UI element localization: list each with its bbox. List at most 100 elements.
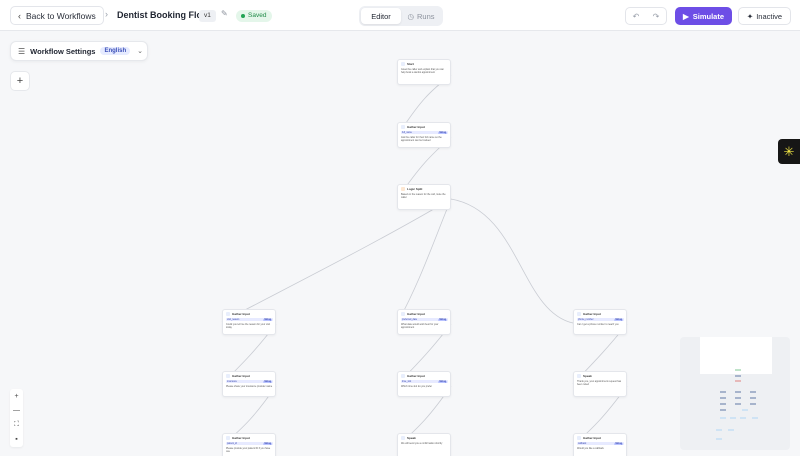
node-gather-input[interactable]: Gather Input patient_id String Please pro… <box>222 433 276 456</box>
gather-input-icon <box>401 374 405 378</box>
minimap-node <box>742 409 748 411</box>
tab-editor[interactable]: Editor <box>361 8 401 24</box>
back-label: Back to Workflows <box>26 10 96 21</box>
node-text: Based on the reason for the call, route … <box>401 193 446 199</box>
node-header: Gather Input <box>226 312 273 316</box>
node-header: Gather Input <box>577 312 624 316</box>
variable-type: String <box>614 442 623 445</box>
node-text: Could you tell me the reason for your vi… <box>226 323 270 329</box>
node-variable: insurance String <box>226 380 273 383</box>
lock-icon[interactable]: ▪ <box>10 433 23 448</box>
node-text: We will send you a confirmation shortly <box>401 442 443 445</box>
minimap-node <box>735 375 741 377</box>
undo-redo-group: ↶ ↷ <box>625 7 667 25</box>
variable-name: insurance <box>227 380 237 383</box>
redo-icon[interactable]: ↷ <box>646 8 666 24</box>
undo-icon[interactable]: ↶ <box>626 8 646 24</box>
node-variable: preferred_date String <box>401 318 448 321</box>
tab-editor-label: Editor <box>371 11 391 21</box>
node-variable: visit_reason String <box>226 318 273 321</box>
minimap-node <box>720 409 726 411</box>
zoom-controls: + — ⛶ ▪ <box>10 389 23 447</box>
node-header: Gather Input <box>226 436 273 440</box>
variable-name: phone_number <box>578 318 594 321</box>
fit-view-icon[interactable]: ⛶ <box>10 418 23 433</box>
node-header: Gather Input <box>401 374 448 378</box>
minimap-node <box>750 397 756 399</box>
node-variable: time_slot String <box>401 380 448 383</box>
variable-type: String <box>438 380 447 383</box>
minimap-node <box>752 417 758 419</box>
edge <box>450 198 574 324</box>
minimap-node <box>720 391 726 393</box>
saved-label: Saved <box>248 12 267 19</box>
gather-input-icon <box>401 312 405 316</box>
simulate-label: Simulate <box>692 11 725 21</box>
inactive-toggle-button[interactable]: ✦ Inactive <box>738 7 791 25</box>
tab-runs-label: Runs <box>417 11 435 21</box>
inactive-label: Inactive <box>756 11 783 21</box>
tab-runs[interactable]: ◷ Runs <box>401 8 441 24</box>
node-gather-input[interactable]: Gather Input phone_number String Can I ge… <box>573 309 627 335</box>
simulate-button[interactable]: ▶ Simulate <box>675 7 732 25</box>
minimap[interactable] <box>680 337 790 450</box>
node-text: Greet the caller and explain that you ca… <box>401 68 444 74</box>
minimap-node <box>735 403 741 405</box>
node-gather-input[interactable]: Gather Input full_name String Ask the cal… <box>397 122 451 148</box>
node-header: Speak <box>577 374 624 378</box>
node-gather-input[interactable]: Gather Input callback String Would you li… <box>573 433 627 456</box>
speak-icon <box>401 436 405 440</box>
node-gather-input[interactable]: Gather Input preferred_date String What d… <box>397 309 451 335</box>
node-text: Please share your insurance provider nam… <box>226 385 273 388</box>
node-speak[interactable]: Speak We will send you a confirmation sh… <box>397 433 451 456</box>
assistant-widget[interactable]: ✳ <box>778 139 800 164</box>
node-title: Gather Input <box>407 374 425 378</box>
node-title: Speak <box>407 436 416 440</box>
edge <box>397 198 452 323</box>
node-variable: full_name String <box>401 131 448 134</box>
node-logic-split[interactable]: Logic Split Based on the reason for the … <box>397 184 451 210</box>
node-variable: callback String <box>577 442 624 445</box>
language-badge[interactable]: English <box>100 47 131 55</box>
chevron-down-icon[interactable]: ⌄ <box>137 47 143 55</box>
workflow-settings-panel[interactable]: ☰ Workflow Settings English ⌄ <box>10 41 148 61</box>
node-text: Which time slot do you prefer <box>401 385 432 388</box>
node-speak[interactable]: Speak Thank you, your appointment reques… <box>573 371 627 397</box>
node-header: Logic Split <box>401 187 448 191</box>
play-icon: ▶ <box>682 11 689 21</box>
node-title: Gather Input <box>232 312 250 316</box>
back-to-workflows-button[interactable]: ‹ Back to Workflows <box>10 6 104 25</box>
gather-input-icon <box>577 436 581 440</box>
asterisk-icon: ✳ <box>783 143 795 159</box>
node-gather-input[interactable]: Gather Input time_slot String Which time … <box>397 371 451 397</box>
node-text: What date would work best for your appoi… <box>401 323 439 329</box>
node-start[interactable]: Start Greet the caller and explain that … <box>397 59 451 85</box>
minimap-node <box>720 403 726 405</box>
variable-name: callback <box>578 442 587 445</box>
minimap-node <box>750 391 756 393</box>
edge <box>221 198 452 323</box>
workflow-title: Dentist Booking Flow <box>117 10 209 20</box>
zoom-in-icon[interactable]: + <box>10 389 23 404</box>
node-header: Gather Input <box>226 374 273 378</box>
node-text: Thank you, your appointment request has … <box>577 380 622 386</box>
node-text: Ask the caller for their full name so th… <box>401 136 442 142</box>
minimap-node <box>750 403 756 405</box>
node-title: Logic Split <box>407 187 423 191</box>
node-title: Gather Input <box>232 374 250 378</box>
node-title: Gather Input <box>232 436 250 440</box>
zoom-out-icon[interactable]: — <box>10 404 23 419</box>
add-node-button[interactable]: + <box>10 71 30 91</box>
node-gather-input[interactable]: Gather Input visit_reason String Could yo… <box>222 309 276 335</box>
node-title: Gather Input <box>407 312 425 316</box>
variable-type: String <box>438 318 447 321</box>
variable-type: String <box>263 318 272 321</box>
node-gather-input[interactable]: Gather Input insurance String Please shar… <box>222 371 276 397</box>
gather-input-icon <box>226 312 230 316</box>
pencil-icon[interactable]: ✎ <box>221 9 228 18</box>
minimap-node <box>716 438 722 440</box>
chevron-right-icon: › <box>105 9 108 19</box>
version-badge[interactable]: v1 <box>199 10 216 22</box>
node-title: Gather Input <box>583 312 601 316</box>
start-icon <box>401 62 405 66</box>
